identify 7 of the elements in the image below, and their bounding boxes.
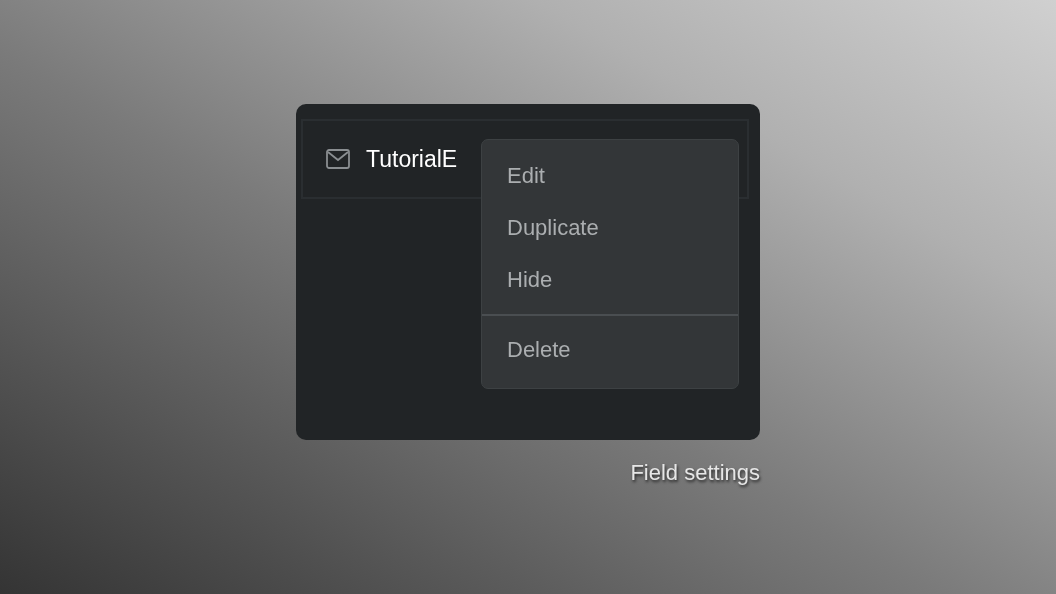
- field-name: TutorialE: [366, 145, 458, 173]
- menu-item[interactable]: Hide: [482, 254, 738, 306]
- menu-item[interactable]: Duplicate: [482, 202, 738, 254]
- menu-item[interactable]: Edit: [482, 150, 738, 202]
- caption: Field settings: [630, 460, 760, 486]
- mail-icon: [326, 149, 350, 169]
- menu-item[interactable]: Delete: [482, 324, 738, 376]
